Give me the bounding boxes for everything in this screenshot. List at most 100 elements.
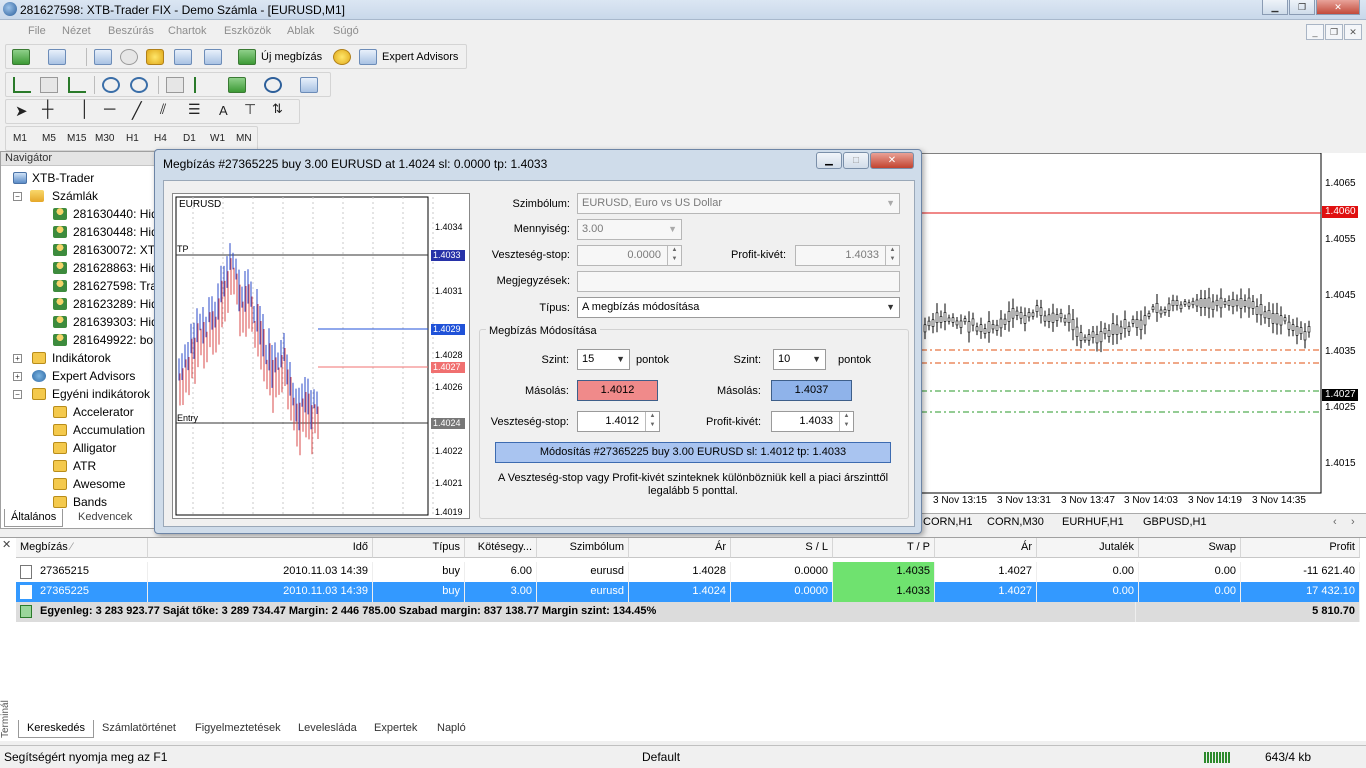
nav-custom-item[interactable]: ATR: [1, 457, 161, 475]
arrows-icon[interactable]: ⇅: [272, 101, 283, 117]
bar-chart-icon[interactable]: [13, 77, 31, 93]
nav-custom-item[interactable]: Awesome: [1, 475, 161, 493]
nav-experts[interactable]: + Expert Advisors: [1, 367, 161, 385]
menu-help[interactable]: Súgó: [333, 25, 359, 37]
menu-charts[interactable]: Chartok: [168, 25, 207, 37]
periods-icon[interactable]: [264, 77, 282, 93]
tab-scroll-left-icon[interactable]: ‹: [1333, 516, 1337, 528]
crosshair-icon[interactable]: ┼: [42, 101, 53, 119]
restore-icon[interactable]: ❐: [1289, 0, 1315, 15]
zoom-out-icon[interactable]: [130, 77, 148, 93]
col-swap[interactable]: Swap: [1139, 538, 1241, 558]
tab-experts[interactable]: Expertek: [374, 720, 417, 738]
menu-window[interactable]: Ablak: [287, 25, 315, 37]
mdi-restore-icon[interactable]: ❐: [1325, 24, 1343, 40]
nav-account[interactable]: 281628863: Hidd: [1, 259, 161, 277]
col-symbol[interactable]: Szimbólum: [537, 538, 629, 558]
nav-custom-item[interactable]: Accumulation: [1, 421, 161, 439]
col-time[interactable]: Idő: [148, 538, 373, 558]
line-chart-icon[interactable]: [68, 77, 86, 93]
strategy-tester-icon[interactable]: [204, 49, 222, 65]
expert-advisors-button[interactable]: Expert Advisors: [382, 51, 458, 63]
text-icon[interactable]: A: [219, 103, 228, 118]
tab-trade[interactable]: Kereskedés: [18, 720, 94, 738]
col-type[interactable]: Típus: [373, 538, 465, 558]
text-label-icon[interactable]: ⊤: [244, 101, 256, 118]
col-order[interactable]: Megbízás ⁄: [16, 538, 148, 558]
new-order-button[interactable]: Új megbízás: [261, 51, 322, 63]
tf-h1[interactable]: H1: [126, 133, 139, 144]
nav-account[interactable]: 281630440: Hidd: [1, 205, 161, 223]
tf-h4[interactable]: H4: [154, 133, 167, 144]
tab-journal[interactable]: Napló: [437, 720, 466, 738]
navigator-icon[interactable]: [146, 49, 164, 65]
tf-m30[interactable]: M30: [95, 133, 114, 144]
modify-button[interactable]: Módosítás #27365225 buy 3.00 EURUSD sl: …: [495, 442, 891, 463]
vertical-line-icon[interactable]: │: [80, 101, 90, 119]
new-chart-icon[interactable]: [12, 49, 30, 65]
col-price[interactable]: Ár: [629, 538, 731, 558]
dialog-close-icon[interactable]: ✕: [870, 152, 914, 169]
tf-m1[interactable]: M1: [13, 133, 27, 144]
expert-advisors-icon[interactable]: [359, 49, 377, 65]
new-order-icon[interactable]: [238, 49, 256, 65]
horizontal-line-icon[interactable]: ─: [104, 101, 115, 119]
fibonacci-icon[interactable]: ☰: [188, 101, 201, 118]
nav-account[interactable]: 281630072: XTB: [1, 241, 161, 259]
nav-custom-item[interactable]: Accelerator: [1, 403, 161, 421]
tab-mailbox[interactable]: Levelesláda: [298, 720, 357, 738]
chart-tab[interactable]: CORN,M30: [987, 516, 1044, 528]
nav-account[interactable]: 281630448: Hidd: [1, 223, 161, 241]
tab-history[interactable]: Számlatörténet: [102, 720, 176, 738]
chart-tab[interactable]: CORN,H1: [923, 516, 973, 528]
market-watch-icon[interactable]: [94, 49, 112, 65]
nav-custom-indicators[interactable]: − Egyéni indikátorok: [1, 385, 161, 403]
zoom-in-icon[interactable]: [102, 77, 120, 93]
col-current-price[interactable]: Ár: [935, 538, 1037, 558]
close-icon[interactable]: ✕: [1316, 0, 1360, 15]
menu-insert[interactable]: Beszúrás: [108, 25, 154, 37]
cursor-icon[interactable]: ➤: [15, 102, 28, 120]
templates-icon[interactable]: [300, 77, 318, 93]
nav-root[interactable]: XTB-Trader: [1, 169, 161, 187]
mdi-close-icon[interactable]: ✕: [1344, 24, 1362, 40]
nav-accounts[interactable]: − Számlák: [1, 187, 161, 205]
col-volume[interactable]: Kötésegy...: [465, 538, 537, 558]
copy-tp-button[interactable]: 1.4037: [771, 380, 852, 401]
price-chart[interactable]: 1.4065 1.4055 1.4045 1.4035 1.4025 1.401…: [921, 153, 1366, 515]
mdi-minimize-icon[interactable]: _: [1306, 24, 1324, 40]
chart-tab[interactable]: GBPUSD,H1: [1143, 516, 1207, 528]
nav-custom-item[interactable]: Alligator: [1, 439, 161, 457]
col-profit[interactable]: Profit: [1241, 538, 1360, 558]
channel-icon[interactable]: ⫽: [160, 101, 166, 118]
metaeditor-icon[interactable]: [333, 49, 351, 65]
tf-d1[interactable]: D1: [183, 133, 196, 144]
terminal-icon[interactable]: [174, 49, 192, 65]
table-row-selected[interactable]: 27365225 2010.11.03 14:39 buy 3.00 eurus…: [16, 582, 1360, 602]
tp-level-select[interactable]: 10 ▼: [773, 349, 826, 370]
nav-account[interactable]: 281649922: bon: [1, 331, 161, 349]
menu-tools[interactable]: Eszközök: [224, 25, 271, 37]
chart-tab[interactable]: EURHUF,H1: [1062, 516, 1124, 528]
copy-sl-button[interactable]: 1.4012: [577, 380, 658, 401]
new-sl-field[interactable]: 1.4012 ▲ ▼: [577, 411, 660, 432]
tab-general[interactable]: Általános: [4, 509, 64, 527]
col-tp[interactable]: T / P: [833, 538, 935, 558]
candlestick-icon[interactable]: [40, 77, 58, 93]
tf-m5[interactable]: M5: [42, 133, 56, 144]
nav-account[interactable]: 281623289: Hidd: [1, 295, 161, 313]
sl-level-select[interactable]: 15 ▼: [577, 349, 630, 370]
profiles-icon[interactable]: [48, 49, 66, 65]
data-window-icon[interactable]: [120, 49, 138, 65]
tab-scroll-right-icon[interactable]: ›: [1351, 516, 1355, 528]
type-select[interactable]: A megbízás módosítása ▼: [577, 297, 900, 318]
tf-w1[interactable]: W1: [210, 133, 225, 144]
chart-shift-icon[interactable]: [194, 77, 212, 93]
trendline-icon[interactable]: ╱: [132, 101, 142, 121]
minimize-icon[interactable]: ▁: [1262, 0, 1288, 15]
nav-indicators[interactable]: + Indikátorok: [1, 349, 161, 367]
auto-scroll-icon[interactable]: [166, 77, 184, 93]
terminal-close-icon[interactable]: ✕: [2, 538, 11, 551]
table-row[interactable]: 27365215 2010.11.03 14:39 buy 6.00 eurus…: [16, 562, 1360, 582]
indicators-icon[interactable]: [228, 77, 246, 93]
